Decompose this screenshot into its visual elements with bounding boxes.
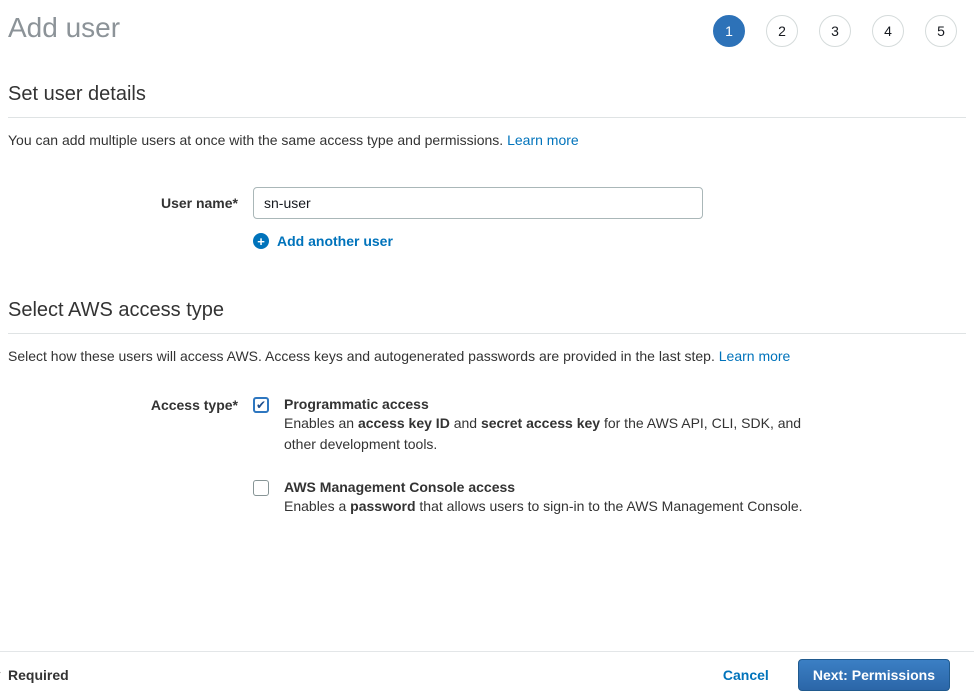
step-2-circle: 2 xyxy=(766,15,798,47)
section-divider xyxy=(8,333,966,334)
step-5-circle: 5 xyxy=(925,15,957,47)
section-heading-access-type: Select AWS access type xyxy=(8,299,966,322)
step-4-circle: 4 xyxy=(872,15,904,47)
section-heading-user-details: Set user details xyxy=(8,83,966,106)
programmatic-access-title: Programmatic access xyxy=(284,396,809,412)
console-access-title: AWS Management Console access xyxy=(284,479,803,495)
learn-more-link-user-details[interactable]: Learn more xyxy=(507,132,579,148)
cancel-button[interactable]: Cancel xyxy=(723,667,769,683)
step-3-circle: 3 xyxy=(819,15,851,47)
page-header: Add user 1 2 3 4 5 xyxy=(8,0,966,47)
user-details-description-text: You can add multiple users at once with … xyxy=(8,132,503,148)
required-note: * Required xyxy=(8,667,69,683)
add-another-user-link[interactable]: Add another user xyxy=(277,233,393,249)
user-name-label: User name* xyxy=(8,187,238,249)
plus-circle-icon[interactable]: + xyxy=(253,233,269,249)
access-type-row: Access type* ✔ Programmatic access Enabl… xyxy=(8,396,966,517)
console-access-description: Enables a password that allows users to … xyxy=(284,496,803,517)
console-access-option: ✔ AWS Management Console access Enables … xyxy=(253,479,809,517)
step-1-circle[interactable]: 1 xyxy=(713,15,745,47)
access-type-label: Access type* xyxy=(8,396,238,517)
add-user-page: Add user 1 2 3 4 5 Set user details You … xyxy=(0,0,974,517)
page-title: Add user xyxy=(8,10,120,46)
add-another-user-row[interactable]: + Add another user xyxy=(253,233,703,249)
access-type-description-text: Select how these users will access AWS. … xyxy=(8,348,715,364)
wizard-footer: * Required Cancel Next: Permissions xyxy=(0,651,974,697)
programmatic-access-description: Enables an access key ID and secret acce… xyxy=(284,413,809,455)
next-permissions-button[interactable]: Next: Permissions xyxy=(798,659,950,691)
wizard-step-indicator: 1 2 3 4 5 xyxy=(713,15,957,47)
user-details-description: You can add multiple users at once with … xyxy=(8,130,966,150)
access-type-description: Select how these users will access AWS. … xyxy=(8,346,966,366)
required-label: Required xyxy=(8,667,69,683)
user-name-input[interactable] xyxy=(253,187,703,219)
programmatic-access-option: ✔ Programmatic access Enables an access … xyxy=(253,396,809,455)
user-name-row: User name* + Add another user xyxy=(8,187,966,249)
learn-more-link-access-type[interactable]: Learn more xyxy=(719,348,791,364)
programmatic-access-checkbox[interactable]: ✔ xyxy=(253,397,269,413)
console-access-checkbox[interactable]: ✔ xyxy=(253,480,269,496)
section-divider xyxy=(8,117,966,118)
